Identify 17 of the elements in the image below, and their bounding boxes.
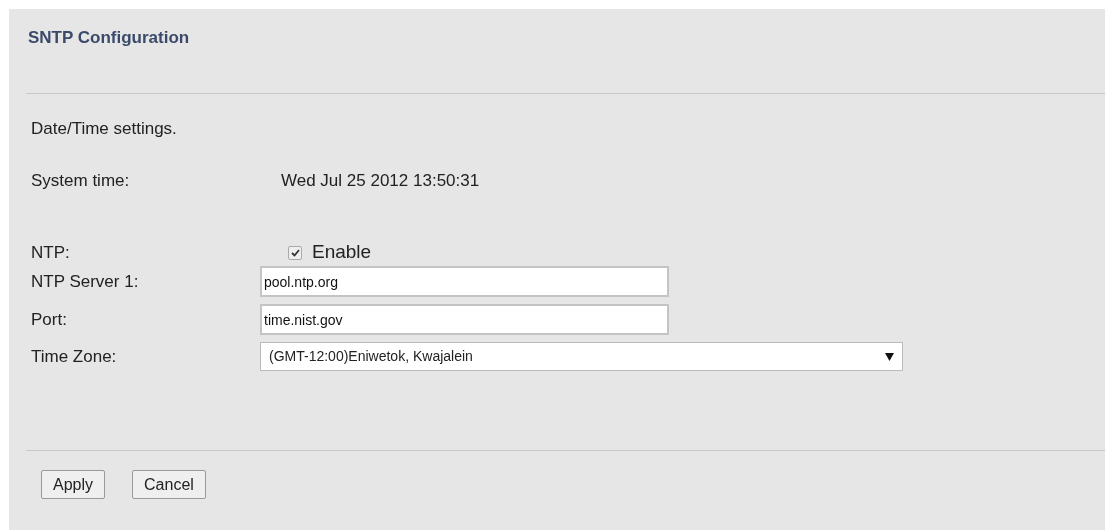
time-zone-select[interactable]: (GMT-12:00)Eniwetok, Kwajalein	[260, 342, 903, 371]
text-field[interactable]: time.nist.gov	[260, 304, 669, 335]
field-label: NTP Server 1:	[31, 270, 140, 293]
field-label: Port:	[31, 308, 68, 331]
section-description: Date/Time settings.	[31, 119, 177, 138]
field-label: Time Zone:	[31, 345, 118, 368]
enable-checkbox[interactable]	[288, 245, 302, 260]
dropdown-arrow-icon	[885, 352, 894, 361]
checkbox-label: Enable	[312, 240, 372, 265]
form-button[interactable]: Apply	[41, 470, 106, 499]
check-icon	[290, 248, 300, 257]
form-button[interactable]: Cancel	[132, 470, 206, 499]
field-label: NTP:	[31, 241, 71, 264]
system-time-value: Wed Jul 25 2012 13:50:31	[281, 169, 480, 192]
page-title: SNTP Configuration	[28, 28, 190, 47]
field-label: System time:	[31, 169, 131, 192]
text-field[interactable]: pool.ntp.org	[260, 266, 669, 297]
